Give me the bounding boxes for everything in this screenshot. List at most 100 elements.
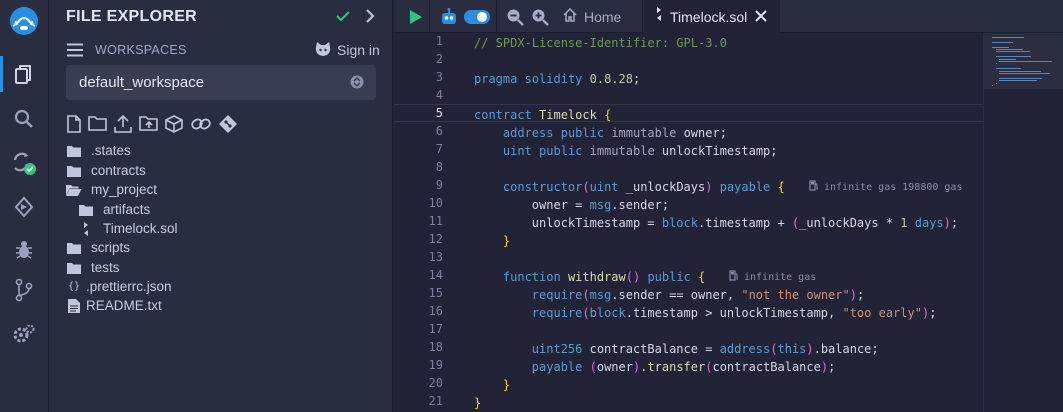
code-line[interactable]: // SPDX-License-Identifier: GPL-3.0 (474, 34, 727, 52)
github-icon[interactable] (314, 41, 332, 62)
link-icon[interactable] (190, 114, 211, 134)
minimap[interactable] (983, 33, 1063, 412)
minimap-line (992, 37, 1024, 38)
tab-home[interactable]: Home (562, 6, 621, 28)
line-number: 21 (428, 394, 443, 408)
tab-home-label: Home (584, 9, 622, 25)
solidity-compiler-icon[interactable] (10, 149, 38, 177)
code-line[interactable]: unlockTimestamp = block.timestamp + (_un… (474, 214, 958, 232)
tree-item-label: README.txt (86, 298, 162, 313)
tree-item-prettierrc[interactable]: {} .prettierrc.json (66, 277, 172, 296)
upload-folder-icon[interactable] (139, 114, 159, 134)
code-line[interactable]: payable (owner).transfer(contractBalance… (474, 358, 836, 376)
new-file-icon[interactable] (66, 114, 86, 134)
copilot-toggle[interactable] (464, 6, 490, 28)
tree-item-scripts[interactable]: scripts (66, 238, 130, 257)
line-number: 17 (428, 322, 443, 336)
code-line[interactable]: address public immutable owner; (474, 124, 727, 142)
line-number: 12 (428, 232, 443, 246)
line-number: 20 (428, 376, 443, 390)
chevron-right-icon[interactable] (363, 8, 377, 29)
import-workspace-icon[interactable] (164, 114, 184, 134)
search-icon[interactable] (10, 105, 38, 133)
gas-estimate-label: infinite gas 198800 gas (824, 181, 963, 193)
code-line[interactable]: } (474, 376, 510, 394)
remix-logo-icon[interactable] (7, 4, 41, 38)
minimap-line (995, 56, 1031, 58)
folder-icon (66, 240, 82, 256)
tree-item-readme[interactable]: README.txt (66, 296, 162, 315)
tree-item-label: tests (91, 260, 120, 275)
upload-file-icon[interactable] (113, 114, 133, 134)
folder-icon (66, 143, 82, 159)
folder-icon (66, 260, 82, 276)
divider (429, 0, 430, 33)
code-line[interactable]: } (474, 394, 481, 412)
icon-rail (0, 0, 49, 412)
close-tab-icon[interactable] (754, 9, 768, 28)
code-line[interactable]: pragma solidity 0.8.28; (474, 70, 640, 88)
deploy-run-icon[interactable] (10, 193, 38, 221)
minimap-line (999, 73, 1050, 74)
line-number: 10 (428, 196, 443, 210)
tree-item-label: my_project (91, 182, 158, 197)
line-number: 14 (428, 268, 443, 282)
workspaces-row: WORKSPACES Sign in (66, 40, 386, 60)
tree-item-contracts[interactable]: contracts (66, 161, 146, 180)
solidity-file-icon (654, 7, 664, 26)
line-number: 4 (435, 88, 443, 102)
code-line[interactable]: function withdraw() public { (474, 268, 705, 286)
line-number: 8 (435, 160, 443, 174)
solidity-file-icon (78, 221, 94, 237)
line-number: 18 (428, 340, 443, 354)
minimap-line (999, 61, 1053, 62)
ai-copilot-icon[interactable] (438, 6, 460, 28)
line-number: 3 (435, 70, 443, 84)
tree-item-my-project[interactable]: my_project (66, 180, 157, 199)
line-number: 7 (435, 142, 443, 156)
git-clone-icon[interactable] (218, 114, 238, 134)
zoom-in-icon[interactable] (529, 6, 551, 28)
gas-estimate-withdraw: infinite gas (729, 270, 816, 284)
code-editor[interactable]: 1 2 3 4 5 6 7 8 9 10 11 12 13 14 15 16 17 18 19 20 21 // SPD… (394, 33, 983, 412)
tree-item-artifacts[interactable]: artifacts (78, 200, 150, 219)
tree-item-timelock-sol[interactable]: Timelock.sol (78, 219, 178, 238)
git-icon[interactable] (10, 276, 38, 304)
code-line[interactable]: require(block.timestamp > unlockTimestam… (474, 304, 937, 322)
hamburger-menu-icon[interactable] (66, 43, 84, 62)
line-number: 6 (435, 124, 443, 138)
settings-icon[interactable] (10, 320, 38, 348)
text-file-icon (66, 298, 82, 314)
workspace-select[interactable]: default_workspace (66, 65, 376, 100)
tree-item-states[interactable]: .states (66, 141, 131, 160)
check-icon (335, 8, 351, 29)
tree-item-tests[interactable]: tests (66, 258, 120, 277)
home-icon (562, 7, 578, 28)
code-line[interactable]: owner = msg.sender; (474, 196, 669, 214)
editor-topbar: Home Timelock.sol (394, 0, 1063, 33)
code-line[interactable]: constructor(uint _unlockDays) payable { (474, 178, 785, 196)
tab-timelock-sol[interactable]: Timelock.sol (644, 0, 780, 33)
tree-item-label: scripts (91, 240, 131, 255)
code-line[interactable]: uint public immutable unlockTimestamp; (474, 142, 778, 160)
code-line[interactable]: contract Timelock { (474, 106, 611, 124)
file-explorer-panel: FILE EXPLORER WORKSPACES Sign in default… (49, 0, 393, 412)
new-folder-icon[interactable] (88, 114, 108, 134)
gas-estimate-constructor: infinite gas 198800 gas (809, 180, 962, 194)
tree-item-label: .prettierrc.json (86, 279, 172, 294)
json-file-icon: {} (67, 281, 81, 292)
zoom-out-icon[interactable] (504, 6, 526, 28)
line-number: 1 (435, 34, 443, 48)
line-number: 13 (428, 250, 443, 264)
code-line[interactable]: } (474, 232, 510, 250)
code-line[interactable]: uint256 contractBalance = address(this).… (474, 340, 879, 358)
minimap-line (999, 80, 1037, 82)
debugger-icon[interactable] (10, 236, 38, 264)
gas-estimate-label: infinite gas (744, 271, 817, 283)
sign-in-button[interactable]: Sign in (337, 42, 380, 58)
code-line[interactable]: require(msg.sender == owner, "not the ow… (474, 286, 864, 304)
panel-title: FILE EXPLORER (66, 8, 198, 25)
file-explorer-icon[interactable] (10, 61, 38, 89)
line-number: 5 (435, 106, 443, 120)
run-script-icon[interactable] (405, 6, 427, 28)
